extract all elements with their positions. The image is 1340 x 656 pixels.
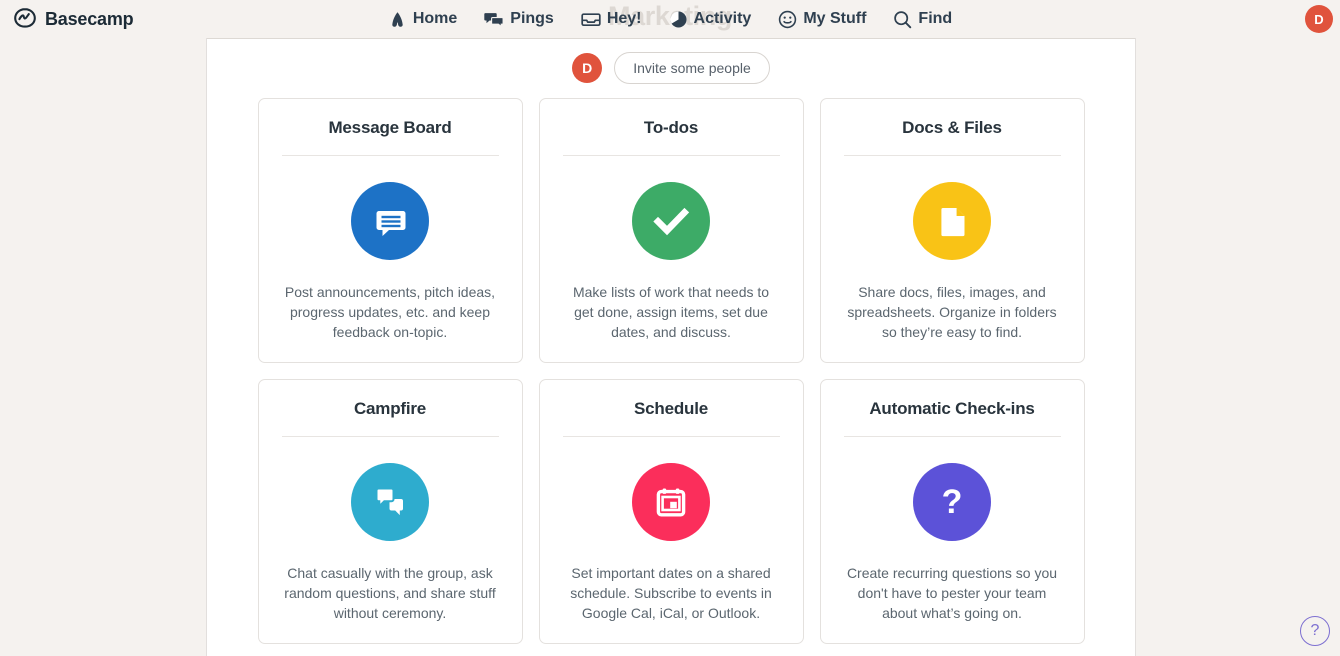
question-mark-icon: ? <box>913 463 991 541</box>
document-icon <box>913 182 991 260</box>
tool-card-schedule[interactable]: Schedule Set important dates on a shared… <box>538 379 804 644</box>
inbox-icon <box>581 10 601 29</box>
chat-bubbles-icon <box>351 463 429 541</box>
home-icon <box>388 10 407 29</box>
nav-item-pings-label: Pings <box>510 10 554 27</box>
nav-item-activity[interactable]: Activity <box>669 10 752 29</box>
nav-item-my-stuff[interactable]: My Stuff <box>778 10 866 29</box>
panel-right-edge <box>1135 38 1136 656</box>
top-navigation-bar: Basecamp Marketing Home Pings Hey! Activ… <box>0 0 1340 38</box>
help-button[interactable]: ? <box>1300 616 1330 646</box>
activity-pie-icon <box>669 10 688 29</box>
tool-card-divider <box>562 436 780 437</box>
tool-card-title: Docs & Files <box>902 118 1002 137</box>
checkmark-icon <box>632 182 710 260</box>
tool-card-divider <box>843 155 1061 156</box>
nav-item-find[interactable]: Find <box>893 10 952 29</box>
svg-text:?: ? <box>942 483 963 521</box>
tool-card-description: Make lists of work that needs to get don… <box>572 284 770 340</box>
tool-card-divider <box>562 155 780 156</box>
pings-icon <box>484 10 504 29</box>
tool-card-description: Share docs, files, images, and spreadshe… <box>847 284 1057 340</box>
nav-item-hey[interactable]: Hey! <box>581 10 642 29</box>
nav-item-find-label: Find <box>918 10 953 27</box>
tool-card-title: To-dos <box>643 118 699 137</box>
nav-item-my-stuff-label: My Stuff <box>803 10 867 27</box>
nav-item-home-label: Home <box>412 10 458 27</box>
tool-card-message-board[interactable]: Message Board Post announcements, pitch … <box>257 98 523 363</box>
main-nav: Home Pings Hey! Activity My Stuff Find <box>0 0 1340 38</box>
search-icon <box>893 10 912 29</box>
tool-card-docs-and-files[interactable]: Docs & Files Share docs, files, images, … <box>819 98 1085 363</box>
tool-card-divider <box>281 436 499 437</box>
tools-grid: Message Board Post announcements, pitch … <box>207 98 1135 644</box>
invite-some-people-button[interactable]: Invite some people <box>614 52 770 84</box>
tool-card-divider <box>281 155 499 156</box>
tool-card-description: Create recurring questions so you don't … <box>846 565 1058 621</box>
tool-card-divider <box>843 436 1061 437</box>
smiley-icon <box>778 10 797 29</box>
nav-item-hey-label: Hey! <box>606 10 642 27</box>
tool-card-title: Campfire <box>353 399 427 418</box>
project-content-panel: D Invite some people Message Board Post … <box>207 38 1135 656</box>
tool-card-to-dos[interactable]: To-dos Make lists of work that needs to … <box>538 98 804 363</box>
tool-card-description: Set important dates on a shared schedule… <box>570 565 772 621</box>
tool-card-automatic-check-ins[interactable]: Automatic Check-ins ? Create recurring q… <box>819 379 1085 644</box>
nav-item-activity-label: Activity <box>693 10 752 27</box>
tool-card-title: Automatic Check-ins <box>869 399 1035 418</box>
invite-row: D Invite some people <box>207 52 1135 84</box>
tool-card-description: Post announcements, pitch ideas, progres… <box>284 284 496 340</box>
tool-card-title: Message Board <box>328 118 452 137</box>
panel-left-edge <box>206 38 207 656</box>
tool-card-description: Chat casually with the group, ask random… <box>284 565 496 621</box>
calendar-icon <box>632 463 710 541</box>
invite-member-avatar[interactable]: D <box>572 53 603 83</box>
nav-item-home[interactable]: Home <box>388 10 457 29</box>
message-board-icon <box>351 182 429 260</box>
tool-card-title: Schedule <box>634 399 708 418</box>
tool-card-campfire[interactable]: Campfire Chat casually with the group, a… <box>257 379 523 644</box>
nav-item-pings[interactable]: Pings <box>484 10 554 29</box>
